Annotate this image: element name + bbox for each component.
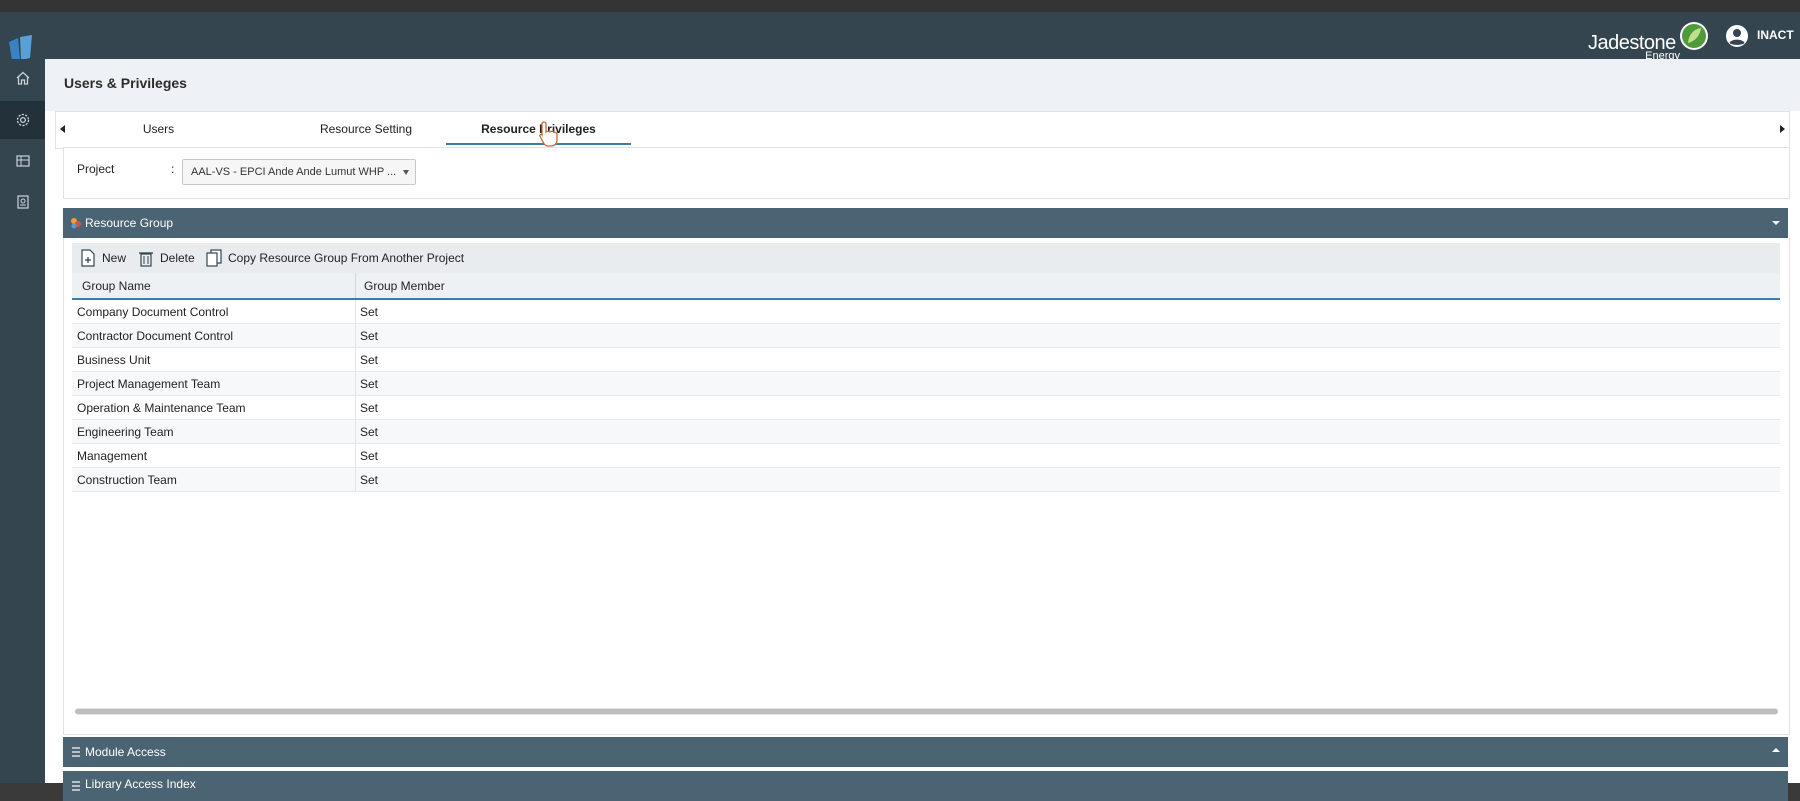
- project-label: Project: [77, 162, 115, 176]
- group-name-cell: Operation & Maintenance Team: [77, 401, 246, 415]
- expand-icon[interactable]: [1772, 748, 1780, 752]
- cell-divider: [355, 468, 356, 491]
- copy-resource-group-button[interactable]: Copy Resource Group From Another Project: [206, 243, 464, 273]
- list-icon: [72, 747, 80, 757]
- copy-label: Copy Resource Group From Another Project: [228, 251, 465, 265]
- table-row[interactable]: Business Unit Set: [72, 348, 1780, 372]
- group-name-cell: Construction Team: [77, 473, 177, 487]
- collapse-icon[interactable]: [1772, 221, 1780, 225]
- table-row[interactable]: Construction Team Set: [72, 468, 1780, 492]
- delete-label: Delete: [160, 251, 195, 265]
- tab-scroll-left-icon[interactable]: [60, 125, 65, 133]
- table-row[interactable]: Engineering Team Set: [72, 420, 1780, 444]
- library-access-header[interactable]: Library Access Index: [63, 771, 1788, 801]
- cell-divider: [355, 444, 356, 467]
- project-select[interactable]: AAL-VS - EPCI Ande Ande Lumut WHP ...: [182, 159, 416, 185]
- grid-header: Group Name Group Member: [72, 273, 1780, 300]
- grid-rows: Company Document Control Set Contractor D…: [72, 300, 1780, 492]
- new-document-icon: [81, 249, 95, 267]
- leaf-icon: [1680, 22, 1708, 50]
- table-row[interactable]: Management Set: [72, 444, 1780, 468]
- group-member-cell[interactable]: Set: [360, 473, 378, 487]
- group-name-cell: Project Management Team: [77, 377, 221, 391]
- library-access-title: Library Access Index: [85, 777, 196, 791]
- home-icon: [16, 71, 29, 85]
- user-account-icon[interactable]: [1725, 24, 1749, 48]
- group-member-cell[interactable]: Set: [360, 329, 378, 343]
- table-row[interactable]: Company Document Control Set: [72, 300, 1780, 324]
- project-colon: :: [171, 162, 175, 176]
- list-icon: [72, 781, 80, 791]
- tab-scroll-right-icon[interactable]: [1780, 125, 1785, 133]
- chevron-down-icon: [403, 170, 409, 175]
- top-strip: [0, 0, 1800, 12]
- scrollbar-thumb[interactable]: [75, 709, 1778, 714]
- module-access-title: Module Access: [85, 745, 166, 759]
- group-member-cell[interactable]: Set: [360, 377, 378, 391]
- tab-users[interactable]: Users: [116, 112, 201, 146]
- group-name-cell: Company Document Control: [77, 305, 229, 319]
- delete-button[interactable]: Delete: [138, 243, 195, 273]
- table-row[interactable]: Operation & Maintenance Team Set: [72, 396, 1780, 420]
- tab-resource-setting[interactable]: Resource Setting: [296, 112, 436, 146]
- cell-divider: [355, 348, 356, 371]
- trash-icon: [139, 252, 153, 267]
- resource-group-grid: Group Name Group Member Company Document…: [72, 273, 1780, 492]
- cell-divider: [355, 372, 356, 395]
- cell-divider: [355, 300, 356, 323]
- group-name-cell: Management: [77, 449, 148, 463]
- gear-icon: [16, 113, 29, 127]
- group-member-cell[interactable]: Set: [360, 401, 378, 415]
- new-button[interactable]: New: [80, 243, 126, 273]
- group-member-cell[interactable]: Set: [360, 353, 378, 367]
- main-content: Users & Privileges Users Resource Settin…: [45, 59, 1800, 801]
- column-header-group-name[interactable]: Group Name: [82, 279, 151, 293]
- group-name-cell: Engineering Team: [77, 425, 174, 439]
- page-title: Users & Privileges: [64, 75, 187, 91]
- sidebar-item-reports[interactable]: [0, 183, 45, 221]
- sidebar-item-home[interactable]: [0, 59, 45, 97]
- resource-group-header[interactable]: Resource Group: [63, 208, 1788, 238]
- horizontal-scrollbar[interactable]: [75, 708, 1778, 715]
- copy-icon: [206, 249, 222, 267]
- resource-group-title: Resource Group: [85, 216, 174, 230]
- column-divider: [355, 273, 356, 298]
- group-member-cell[interactable]: Set: [360, 425, 378, 439]
- column-header-group-member[interactable]: Group Member: [364, 279, 445, 293]
- resource-group-icon: [71, 218, 81, 229]
- project-filter: Project : AAL-VS - EPCI Ande Ande Lumut …: [63, 147, 1790, 199]
- group-member-cell[interactable]: Set: [360, 305, 378, 319]
- group-member-cell[interactable]: Set: [360, 449, 378, 463]
- resource-group-body: New Delete Copy Resource Group From Anot…: [63, 238, 1790, 735]
- cell-divider: [355, 324, 356, 347]
- table-row[interactable]: Project Management Team Set: [72, 372, 1780, 396]
- sidebar-item-dashboard[interactable]: [0, 142, 45, 180]
- new-label: New: [102, 251, 127, 265]
- app-header: Jadestone Energy INACT: [0, 12, 1800, 62]
- sidebar-item-settings[interactable]: [0, 101, 45, 139]
- project-select-value: AAL-VS - EPCI Ande Ande Lumut WHP ...: [191, 166, 397, 178]
- sidebar: [0, 59, 45, 783]
- user-name[interactable]: INACT: [1757, 28, 1794, 42]
- mouse-cursor-icon: [539, 121, 558, 147]
- dashboard-icon: [15, 155, 30, 167]
- cell-divider: [355, 396, 356, 419]
- report-icon: [16, 195, 29, 209]
- table-row[interactable]: Contractor Document Control Set: [72, 324, 1780, 348]
- module-access-header[interactable]: Module Access: [63, 737, 1788, 767]
- tab-strip: Users Resource Setting Resource Privileg…: [55, 111, 1790, 149]
- title-bar: Users & Privileges: [45, 59, 1800, 111]
- group-name-cell: Contractor Document Control: [77, 329, 234, 343]
- resource-group-toolbar: New Delete Copy Resource Group From Anot…: [72, 243, 1780, 273]
- cell-divider: [355, 420, 356, 443]
- group-name-cell: Business Unit: [77, 353, 151, 367]
